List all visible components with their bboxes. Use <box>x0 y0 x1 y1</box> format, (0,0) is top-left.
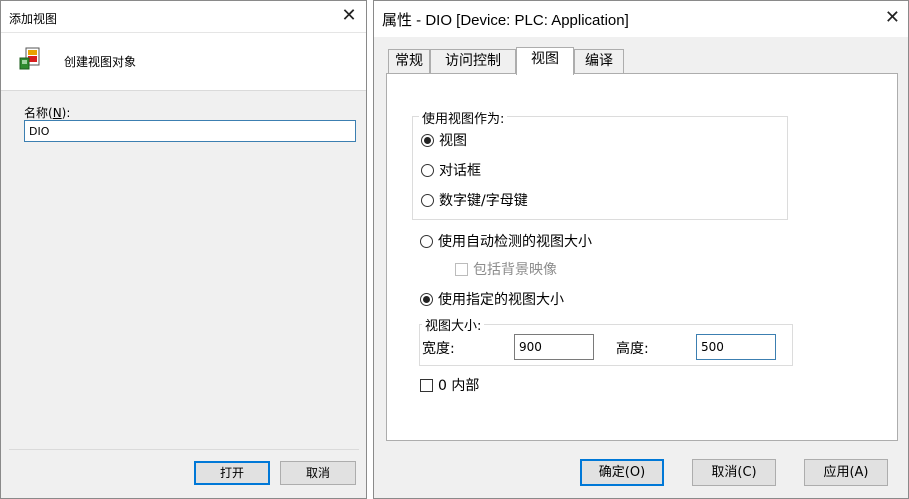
radio-view-button[interactable] <box>421 134 434 147</box>
tab-general[interactable]: 常规 <box>388 49 430 74</box>
add-view-titlebar: 添加视图 ✕ <box>1 1 366 33</box>
internal-label: 0 内部 <box>438 378 480 394</box>
radio-dialog-button[interactable] <box>421 164 434 177</box>
open-button[interactable]: 打开 <box>194 461 270 485</box>
radio-numpad-button[interactable] <box>421 194 434 207</box>
use-view-as-title: 使用视图作为: <box>419 108 508 127</box>
width-label: 宽度: <box>422 341 455 357</box>
radio-specified-size-label: 使用指定的视图大小 <box>438 292 564 308</box>
radio-view-label: 视图 <box>439 133 467 149</box>
name-label: 名称(N): <box>24 104 70 121</box>
name-label-suffix: ): <box>61 106 71 120</box>
add-view-title: 添加视图 <box>9 12 58 26</box>
internal-box[interactable] <box>420 379 433 392</box>
name-label-accesskey: N <box>52 106 62 120</box>
view-tab-panel: 使用视图作为: 视图 对话框 数字键/字母键 使用自动检测的视图大小 包括背景映… <box>386 73 898 441</box>
add-view-dialog: 添加视图 ✕ 创建视图对象 名称(N): 打开 取消 <box>0 0 367 499</box>
footer-divider <box>9 449 359 450</box>
include-bg-label: 包括背景映像 <box>473 262 557 278</box>
radio-auto-size-button[interactable] <box>420 235 433 248</box>
radio-numpad-label: 数字键/字母键 <box>439 193 528 209</box>
properties-title: 属性 - DIO [Device: PLC: Application] <box>382 12 629 29</box>
tab-access-control[interactable]: 访问控制 <box>430 49 516 74</box>
width-input[interactable] <box>514 334 594 360</box>
include-bg-box[interactable] <box>455 263 468 276</box>
height-input[interactable] <box>696 334 776 360</box>
create-view-label: 创建视图对象 <box>64 55 137 69</box>
name-label-prefix: 名称( <box>24 106 53 120</box>
name-input[interactable] <box>24 120 356 142</box>
properties-titlebar: 属性 - DIO [Device: PLC: Application] ✕ <box>374 1 908 37</box>
cancel-button[interactable]: 取消 <box>280 461 356 485</box>
height-label: 高度: <box>616 341 649 357</box>
view-size-title: 视图大小: <box>422 315 485 334</box>
cancel-button[interactable]: 取消(C) <box>692 459 776 486</box>
properties-dialog: 属性 - DIO [Device: PLC: Application] ✕ 常规… <box>373 0 909 499</box>
tab-view[interactable]: 视图 <box>516 47 574 75</box>
apply-button[interactable]: 应用(A) <box>804 459 888 486</box>
radio-auto-size-label: 使用自动检测的视图大小 <box>438 234 592 250</box>
radio-dialog-label: 对话框 <box>439 163 481 179</box>
create-view-icon <box>19 47 40 70</box>
view-size-group: 视图大小: 宽度: 高度: <box>419 315 793 366</box>
add-view-header: 创建视图对象 <box>1 33 366 91</box>
close-icon[interactable]: ✕ <box>338 4 360 28</box>
tab-compile[interactable]: 编译 <box>574 49 624 74</box>
radio-specified-size-button[interactable] <box>420 293 433 306</box>
close-icon[interactable]: ✕ <box>885 7 900 28</box>
ok-button[interactable]: 确定(O) <box>580 459 664 486</box>
use-view-as-group: 使用视图作为: 视图 对话框 数字键/字母键 <box>412 108 788 220</box>
